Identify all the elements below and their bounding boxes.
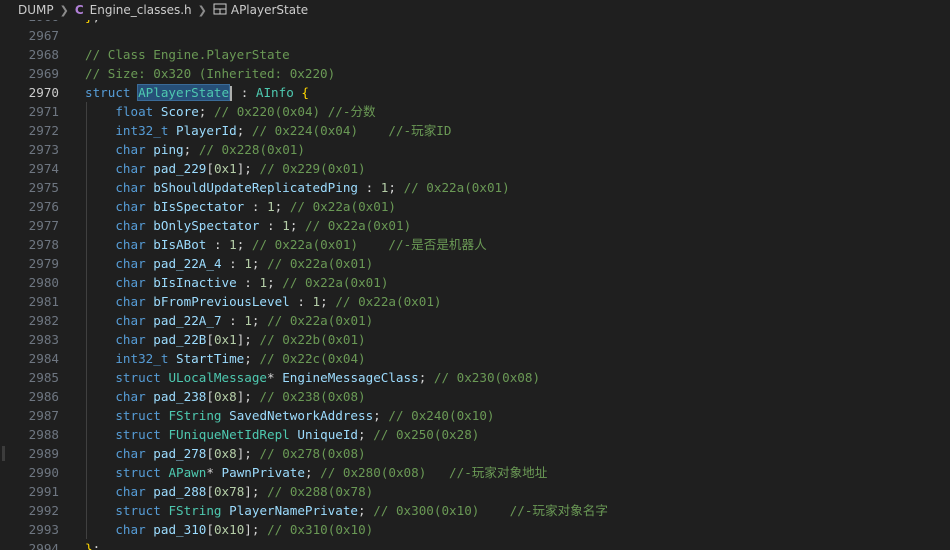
code-line[interactable]: 2992 struct FString PlayerNamePrivate; /… [0, 501, 950, 520]
code-line[interactable]: 2974 char pad_229[0x1]; // 0x229(0x01) [0, 159, 950, 178]
line-number: 2974 [28, 161, 59, 176]
line-number: 2990 [28, 465, 59, 480]
line-number: 2980 [28, 275, 59, 290]
text-cursor [230, 86, 233, 101]
code-line[interactable]: 2972 int32_t PlayerId; // 0x224(0x04) //… [0, 121, 950, 140]
code-line[interactable]: 2994}; [0, 539, 950, 550]
line-number: 2992 [28, 503, 59, 518]
line-number: 2977 [28, 218, 59, 233]
line-number: 2967 [28, 28, 59, 43]
code-line[interactable]: 2990 struct APawn* PawnPrivate; // 0x280… [0, 463, 950, 482]
code-text[interactable]: char bIsSpectator : 1; // 0x22a(0x01) [85, 197, 396, 216]
code-text[interactable]: // Class Engine.PlayerState [85, 45, 290, 64]
code-text[interactable]: int32_t PlayerId; // 0x224(0x04) //-玩家ID [85, 121, 451, 140]
line-number: 2975 [28, 180, 59, 195]
line-number: 2971 [28, 104, 59, 119]
code-line[interactable]: 2981 char bFromPreviousLevel : 1; // 0x2… [0, 292, 950, 311]
line-number: 2994 [28, 541, 59, 550]
code-text[interactable]: char pad_288[0x78]; // 0x288(0x78) [85, 482, 373, 501]
code-text[interactable]: struct FString PlayerNamePrivate; // 0x3… [85, 501, 608, 520]
line-number: 2986 [28, 389, 59, 404]
line-number: 2988 [28, 427, 59, 442]
code-lines: 2966};29672968// Class Engine.PlayerStat… [0, 20, 950, 550]
line-number: 2978 [28, 237, 59, 252]
line-number: 2969 [28, 66, 59, 81]
code-line[interactable]: 2977 char bOnlySpectator : 1; // 0x22a(0… [0, 216, 950, 235]
breadcrumb-folder[interactable]: DUMP [18, 3, 54, 17]
code-line[interactable]: 2988 struct FUniqueNetIdRepl UniqueId; /… [0, 425, 950, 444]
code-line[interactable]: 2985 struct ULocalMessage* EngineMessage… [0, 368, 950, 387]
code-text[interactable]: char bShouldUpdateReplicatedPing : 1; //… [85, 178, 509, 197]
code-line[interactable]: 2970 struct APlayerState : AInfo { [0, 83, 950, 102]
line-number: 2973 [28, 142, 59, 157]
code-text[interactable]: struct ULocalMessage* EngineMessageClass… [85, 368, 540, 387]
code-line[interactable]: 2975 char bShouldUpdateReplicatedPing : … [0, 178, 950, 197]
code-text[interactable]: char pad_278[0x8]; // 0x278(0x08) [85, 444, 365, 463]
code-line[interactable]: 2968 // Class Engine.PlayerState [0, 45, 950, 64]
code-line[interactable]: 2986 char pad_238[0x8]; // 0x238(0x08) [0, 387, 950, 406]
line-number: 2983 [28, 332, 59, 347]
code-text[interactable]: struct APlayerState : AInfo { [85, 83, 309, 102]
line-number: 2987 [28, 408, 59, 423]
code-text[interactable]: float Score; // 0x220(0x04) //-分数 [85, 102, 375, 121]
breadcrumb-symbol[interactable]: APlayerState [213, 3, 308, 18]
chevron-right-icon: ❯ [59, 3, 69, 17]
code-text[interactable]: struct FUniqueNetIdRepl UniqueId; // 0x2… [85, 425, 479, 444]
line-number: 2993 [28, 522, 59, 537]
code-line[interactable]: 2979 char pad_22A_4 : 1; // 0x22a(0x01) [0, 254, 950, 273]
code-line[interactable]: 2989 char pad_278[0x8]; // 0x278(0x08) [0, 444, 950, 463]
c-file-icon: C [74, 3, 84, 17]
code-line[interactable]: 2982 char pad_22A_7 : 1; // 0x22a(0x01) [0, 311, 950, 330]
chevron-right-icon: ❯ [197, 3, 207, 17]
code-text[interactable]: char pad_310[0x10]; // 0x310(0x10) [85, 520, 373, 539]
code-line[interactable]: 2971 float Score; // 0x220(0x04) //-分数 [0, 102, 950, 121]
code-line[interactable]: 2980 char bIsInactive : 1; // 0x22a(0x01… [0, 273, 950, 292]
code-text[interactable]: char ping; // 0x228(0x01) [85, 140, 305, 159]
line-number: 2976 [28, 199, 59, 214]
gutter-marker [2, 446, 5, 461]
code-text[interactable]: char pad_22A_4 : 1; // 0x22a(0x01) [85, 254, 373, 273]
code-text[interactable]: char pad_22A_7 : 1; // 0x22a(0x01) [85, 311, 373, 330]
breadcrumb: DUMP ❯ C Engine_classes.h ❯ APlayerState [0, 0, 950, 20]
code-text[interactable]: char bIsInactive : 1; // 0x22a(0x01) [85, 273, 388, 292]
code-text[interactable]: int32_t StartTime; // 0x22c(0x04) [85, 349, 365, 368]
code-line[interactable]: 2967 [0, 26, 950, 45]
code-line[interactable]: 2984 int32_t StartTime; // 0x22c(0x04) [0, 349, 950, 368]
code-line[interactable]: 2993 char pad_310[0x10]; // 0x310(0x10) [0, 520, 950, 539]
line-number: 2979 [28, 256, 59, 271]
line-number: 2970 [28, 85, 59, 100]
line-number: 2984 [28, 351, 59, 366]
line-number: 2972 [28, 123, 59, 138]
line-number: 2981 [28, 294, 59, 309]
breadcrumb-file[interactable]: C Engine_classes.h [75, 3, 192, 17]
code-text[interactable]: char bFromPreviousLevel : 1; // 0x22a(0x… [85, 292, 441, 311]
code-line[interactable]: 2983 char pad_22B[0x1]; // 0x22b(0x01) [0, 330, 950, 349]
code-line[interactable]: 2969 // Size: 0x320 (Inherited: 0x220) [0, 64, 950, 83]
code-line[interactable]: 2973 char ping; // 0x228(0x01) [0, 140, 950, 159]
breadcrumb-file-label: Engine_classes.h [89, 3, 192, 17]
line-number: 2989 [28, 446, 59, 461]
code-editor[interactable]: 2966};29672968// Class Engine.PlayerStat… [0, 20, 950, 550]
code-text[interactable]: char pad_229[0x1]; // 0x229(0x01) [85, 159, 365, 178]
breadcrumb-symbol-label: APlayerState [230, 3, 309, 17]
line-number: 2968 [28, 47, 59, 62]
code-line[interactable]: 2976 char bIsSpectator : 1; // 0x22a(0x0… [0, 197, 950, 216]
line-number: 2985 [28, 370, 59, 385]
code-text[interactable]: char pad_238[0x8]; // 0x238(0x08) [85, 387, 365, 406]
code-text[interactable]: char bOnlySpectator : 1; // 0x22a(0x01) [85, 216, 411, 235]
code-text[interactable]: }; [85, 539, 100, 550]
code-text[interactable]: struct FString SavedNetworkAddress; // 0… [85, 406, 494, 425]
code-line[interactable]: 2978 char bIsABot : 1; // 0x22a(0x01) //… [0, 235, 950, 254]
line-number: 2982 [28, 313, 59, 328]
code-line[interactable]: 2987 struct FString SavedNetworkAddress;… [0, 406, 950, 425]
code-text[interactable]: // Size: 0x320 (Inherited: 0x220) [85, 64, 335, 83]
code-line[interactable]: 2991 char pad_288[0x78]; // 0x288(0x78) [0, 482, 950, 501]
code-text[interactable]: char pad_22B[0x1]; // 0x22b(0x01) [85, 330, 365, 349]
line-number: 2991 [28, 484, 59, 499]
struct-icon [213, 3, 227, 18]
code-text[interactable]: char bIsABot : 1; // 0x22a(0x01) //-是否是机… [85, 235, 486, 254]
code-text[interactable]: struct APawn* PawnPrivate; // 0x280(0x08… [85, 463, 547, 482]
